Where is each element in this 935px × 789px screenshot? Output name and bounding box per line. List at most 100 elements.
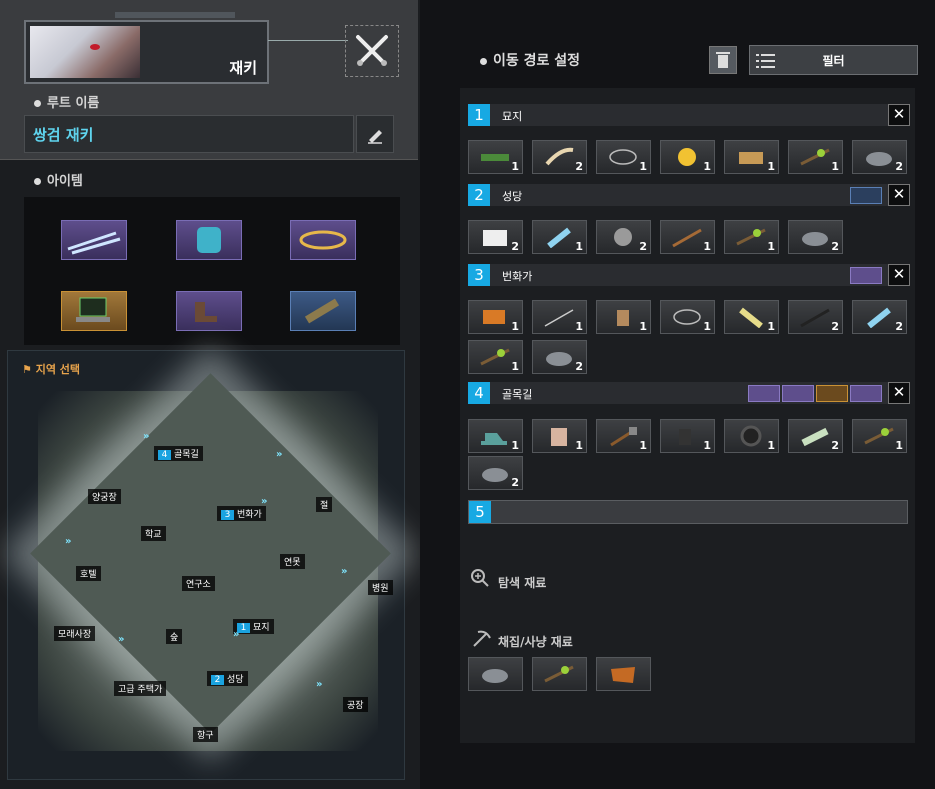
material-slot[interactable]: 1	[596, 140, 651, 174]
area-name: 양궁장	[92, 493, 117, 503]
item-slot-weapon[interactable]	[61, 220, 127, 260]
laptop-icon	[76, 297, 110, 322]
route-name-input[interactable]: 쌍검 재키	[24, 115, 354, 153]
hyperloop-icon[interactable]: »	[341, 566, 347, 577]
count: 2	[895, 160, 903, 173]
material-slot[interactable]: 1	[468, 300, 523, 334]
count: 1	[767, 160, 775, 173]
area-lab[interactable]: 연구소	[182, 576, 215, 591]
count: 2	[895, 320, 903, 333]
material-slot[interactable]: 1	[724, 419, 779, 453]
count: 1	[831, 160, 839, 173]
material-slot[interactable]: 1	[532, 220, 587, 254]
material-slot[interactable]: 2	[468, 456, 523, 490]
material-slot[interactable]: 2	[788, 220, 843, 254]
gather-slot[interactable]	[468, 657, 523, 691]
material-slot[interactable]: 1	[660, 300, 715, 334]
stone-icon	[546, 352, 572, 366]
hyperloop-icon[interactable]: »	[276, 449, 282, 460]
route-row-empty[interactable]: 5	[468, 500, 908, 524]
count: 2	[831, 439, 839, 452]
area-harbor[interactable]: 항구	[193, 727, 218, 742]
material-slot[interactable]: 1	[660, 140, 715, 174]
route-row[interactable]: 1 묘지 ✕	[468, 104, 910, 126]
area-uptown[interactable]: 고급 주택가	[114, 681, 167, 696]
equipment-mini-icon	[850, 385, 882, 402]
area-name: 고급 주택가	[118, 685, 163, 695]
character-portrait[interactable]: 재키	[24, 20, 269, 84]
count: 1	[639, 160, 647, 173]
gather-slot[interactable]	[596, 657, 651, 691]
count: 1	[767, 240, 775, 253]
gather-slot[interactable]	[532, 657, 587, 691]
material-slot[interactable]: 1	[724, 220, 779, 254]
area-beach[interactable]: 모래사장	[54, 626, 96, 641]
material-slot[interactable]: 2	[532, 340, 587, 374]
bottle-icon	[739, 307, 763, 328]
delete-button[interactable]	[709, 46, 737, 74]
remove-area-button[interactable]: ✕	[888, 382, 910, 404]
material-slot[interactable]: 1	[788, 140, 843, 174]
item-slots	[24, 197, 400, 345]
item-slot-armor[interactable]	[176, 220, 242, 260]
trash-icon	[716, 52, 730, 68]
material-slot[interactable]: 2	[852, 300, 907, 334]
edit-name-button[interactable]	[356, 115, 394, 153]
material-slot[interactable]: 1	[596, 300, 651, 334]
material-slot[interactable]: 1	[724, 140, 779, 174]
count: 2	[831, 240, 839, 253]
area-name: 공장	[347, 701, 364, 711]
count: 2	[831, 320, 839, 333]
item-slot-accessory[interactable]	[290, 291, 356, 331]
material-slot[interactable]: 1	[852, 419, 907, 453]
material-slot[interactable]: 1	[532, 419, 587, 453]
area-temple[interactable]: 절	[316, 497, 333, 512]
material-slot[interactable]: 2	[852, 140, 907, 174]
material-slot[interactable]: 1	[660, 220, 715, 254]
material-slot[interactable]: 2	[468, 220, 523, 254]
area-pond[interactable]: 연못	[280, 554, 305, 569]
item-slot-head[interactable]	[290, 220, 356, 260]
hyperloop-icon[interactable]: »	[316, 679, 322, 690]
area-school[interactable]: 학교	[141, 526, 166, 541]
area-factory[interactable]: 공장	[343, 697, 368, 712]
feather-icon	[545, 147, 574, 166]
area-name: 연구소	[186, 580, 211, 590]
area-alley[interactable]: 4 골목길	[154, 446, 203, 461]
hyperloop-icon[interactable]: »	[65, 536, 71, 547]
area-downtown[interactable]: 3 번화가	[217, 506, 266, 521]
item-slot-arm[interactable]	[61, 291, 127, 331]
route-row[interactable]: 2 성당 ✕	[468, 184, 910, 206]
dual-sword-weapon-icon[interactable]	[345, 25, 399, 77]
hyperloop-icon[interactable]: »	[261, 496, 267, 507]
material-slot[interactable]: 1	[596, 419, 651, 453]
material-slot[interactable]: 1	[468, 419, 523, 453]
area-forest[interactable]: 숲	[166, 629, 183, 644]
equipment-mini-icon	[782, 385, 814, 402]
area-hospital[interactable]: 병원	[368, 580, 393, 595]
hyperloop-icon[interactable]: »	[118, 634, 124, 645]
area-chapel[interactable]: 2 성당	[207, 671, 248, 686]
material-slot[interactable]: 1	[468, 140, 523, 174]
material-slot[interactable]: 1	[724, 300, 779, 334]
material-slot[interactable]: 1	[532, 300, 587, 334]
route-number: 5	[469, 501, 491, 523]
filter-button[interactable]: 필터	[749, 45, 918, 75]
material-slot[interactable]: 2	[596, 220, 651, 254]
material-slot[interactable]: 2	[532, 140, 587, 174]
hyperloop-icon[interactable]: »	[143, 431, 149, 442]
material-slot[interactable]: 2	[788, 419, 843, 453]
material-slot[interactable]: 2	[788, 300, 843, 334]
item-slot-leg[interactable]	[176, 291, 242, 331]
remove-area-button[interactable]: ✕	[888, 264, 910, 286]
material-slot[interactable]: 1	[660, 419, 715, 453]
route-row[interactable]: 4 골목길 ✕	[468, 382, 910, 404]
count: 1	[575, 320, 583, 333]
remove-area-button[interactable]: ✕	[888, 104, 910, 126]
area-hotel[interactable]: 호텔	[76, 566, 101, 581]
route-row[interactable]: 3 번화가 ✕	[468, 264, 910, 286]
area-archery[interactable]: 양궁장	[88, 489, 121, 504]
material-slot[interactable]: 1	[468, 340, 523, 374]
hyperloop-icon[interactable]: »	[233, 629, 239, 640]
remove-area-button[interactable]: ✕	[888, 184, 910, 206]
